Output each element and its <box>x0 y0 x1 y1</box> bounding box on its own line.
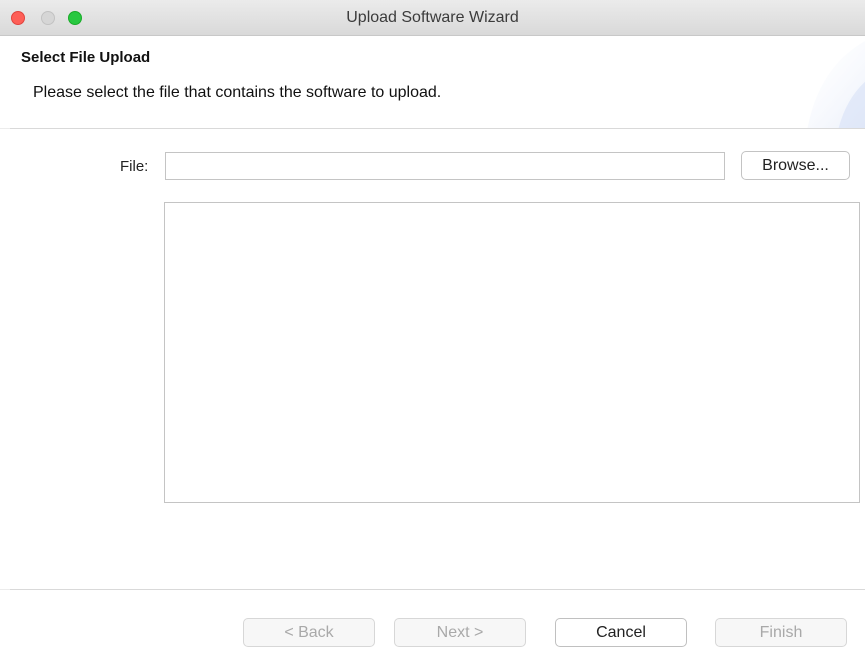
browse-button[interactable]: Browse... <box>741 151 850 180</box>
footer-divider <box>10 589 865 590</box>
next-button[interactable]: Next > <box>394 618 526 647</box>
finish-button[interactable]: Finish <box>715 618 847 647</box>
page-title: Select File Upload <box>21 49 151 66</box>
file-details-area <box>164 202 860 503</box>
wizard-banner-graphic <box>807 41 865 128</box>
page-description: Please select the file that contains the… <box>33 84 442 101</box>
file-label: File: <box>120 158 149 175</box>
cancel-button[interactable]: Cancel <box>555 618 687 647</box>
file-path-input[interactable] <box>165 152 725 180</box>
upload-software-wizard-window: Upload Software Wizard Select File Uploa… <box>0 0 865 672</box>
title-bar[interactable]: Upload Software Wizard <box>0 0 865 36</box>
window-title: Upload Software Wizard <box>346 9 519 26</box>
wizard-header-banner: Select File Upload Please select the fil… <box>0 36 865 128</box>
back-button[interactable]: < Back <box>243 618 375 647</box>
